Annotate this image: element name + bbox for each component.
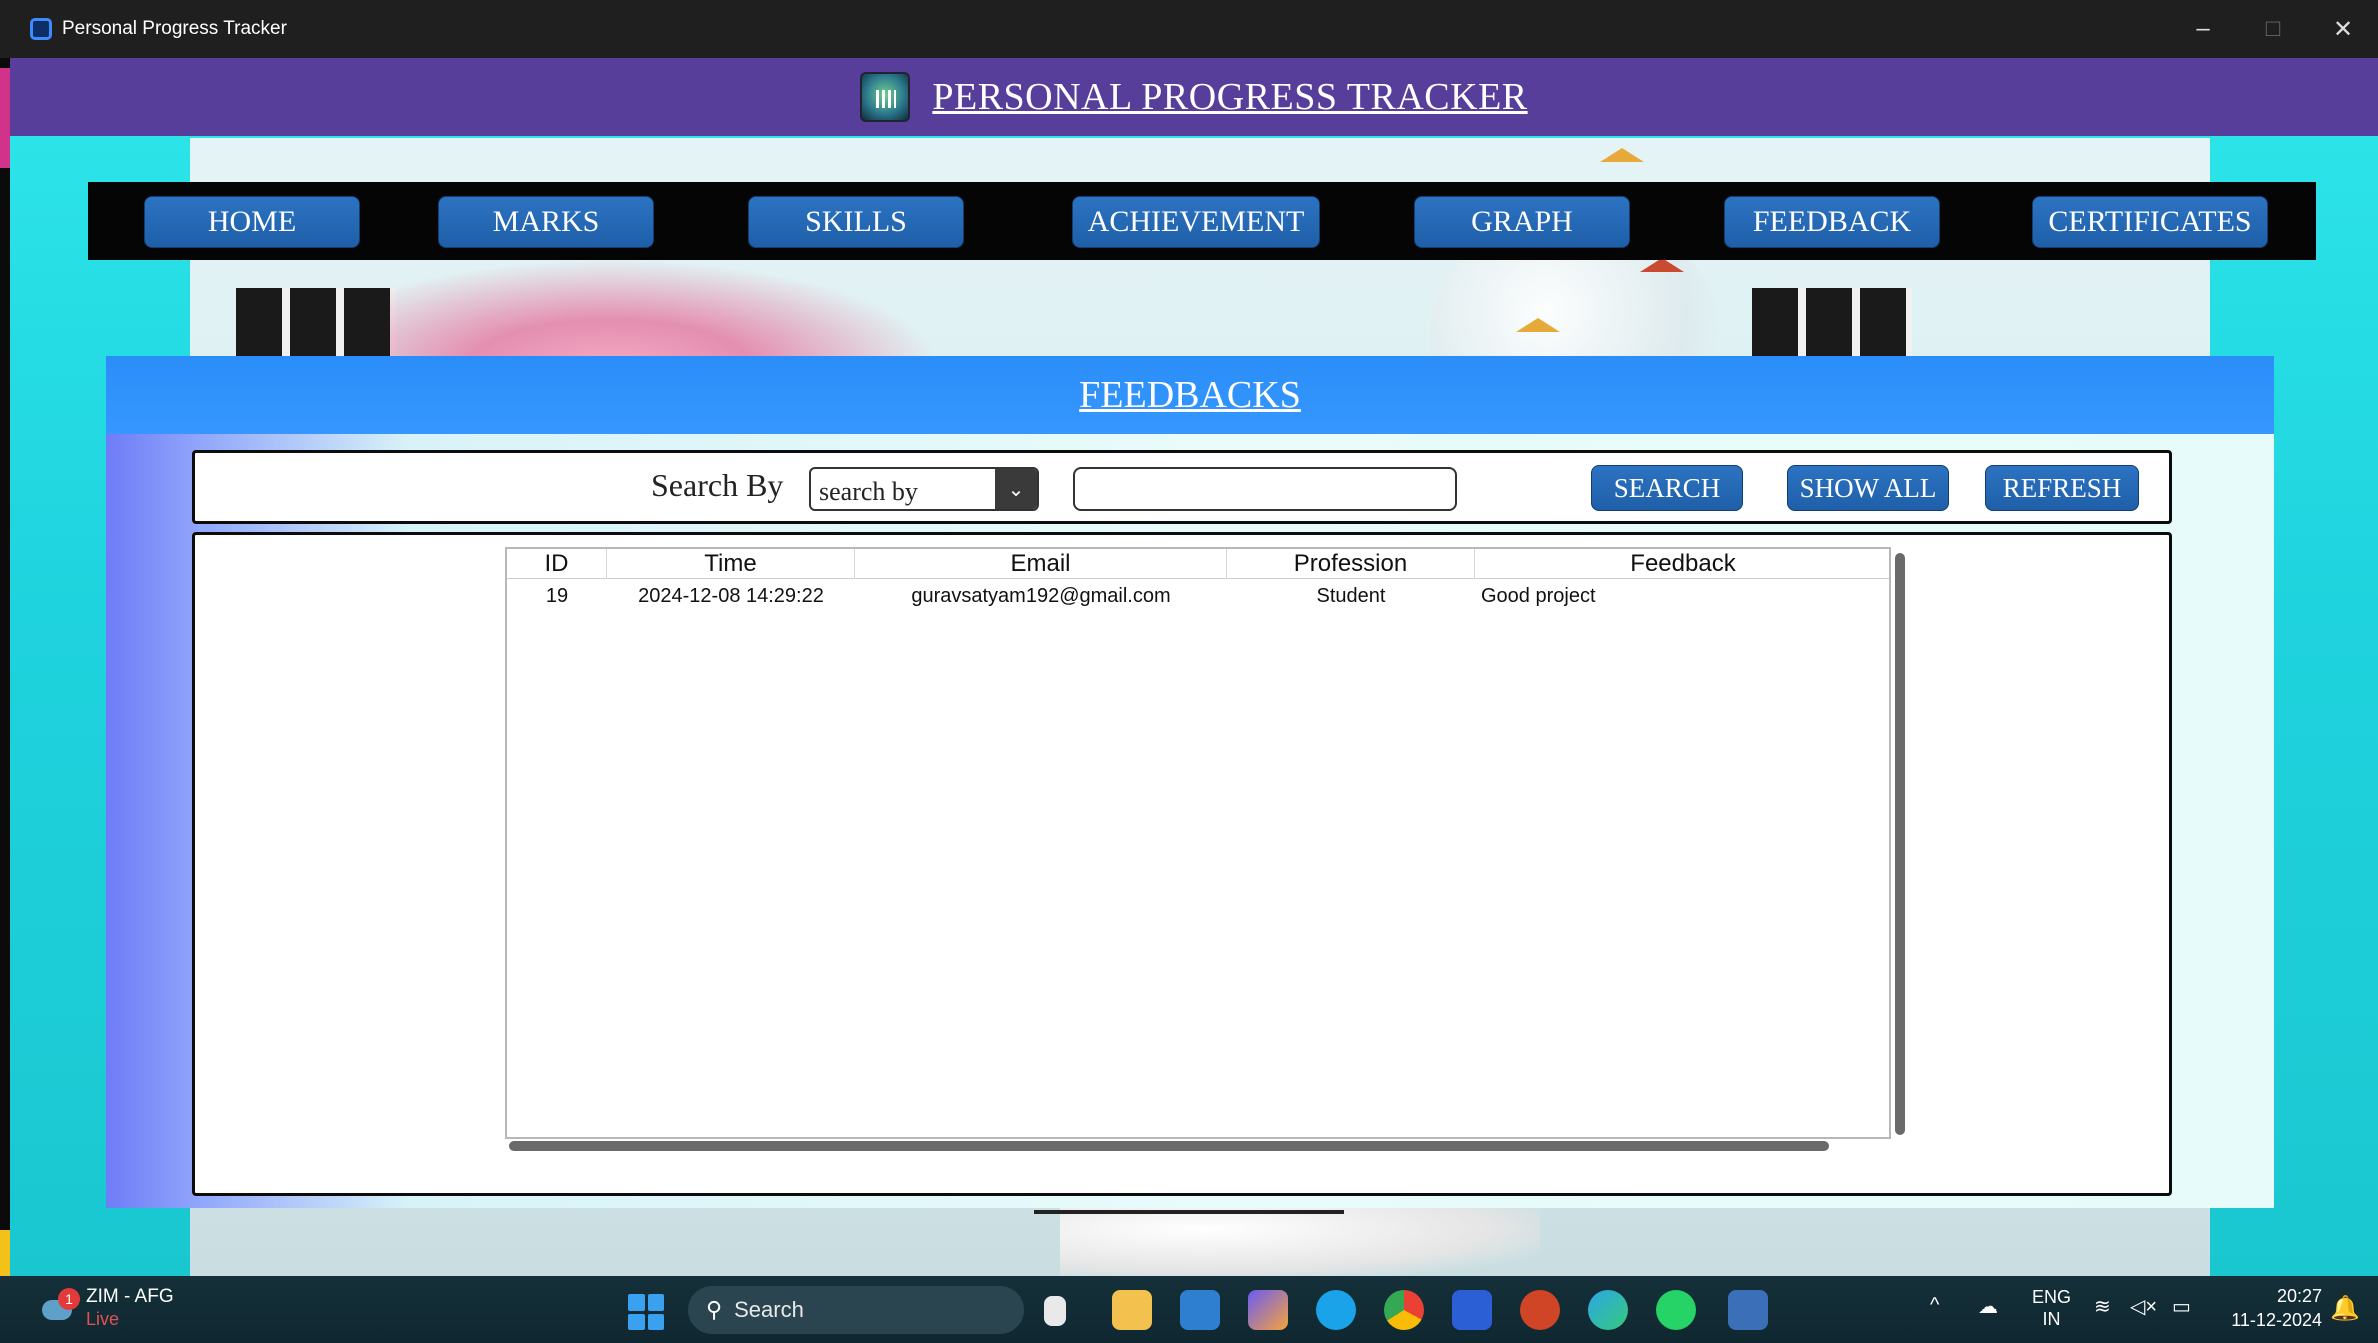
background-feet [1060, 1208, 1540, 1276]
search-button[interactable]: SEARCH [1591, 465, 1743, 511]
nav-certificates-button[interactable]: CERTIFICATES [2032, 196, 2268, 248]
powerpoint-icon[interactable] [1520, 1290, 1560, 1330]
background-bird [1600, 148, 1644, 162]
cell-profession: Student [1316, 584, 1386, 607]
table-header: ID Time Email Profession Feedback [507, 549, 1889, 579]
app-icon[interactable] [1452, 1290, 1492, 1330]
chrome-icon[interactable] [1384, 1290, 1424, 1330]
app-icon [30, 18, 52, 40]
language-indicator[interactable]: ENG IN [2032, 1286, 2071, 1330]
cell-email: guravsatyam192@gmail.com [911, 584, 1171, 607]
progress-chart-logo-icon [860, 72, 911, 122]
nav-home-button[interactable]: HOME [144, 196, 360, 248]
weather-widget[interactable]: ZIM - AFG Live [86, 1286, 174, 1330]
vertical-scrollbar[interactable] [1895, 553, 1905, 1135]
minimize-icon[interactable]: – [2168, 0, 2238, 58]
taskbar-search-label: Search [734, 1297, 804, 1322]
weather-label: ZIM - AFG [86, 1286, 174, 1307]
feedback-table[interactable]: ID Time Email Profession Feedback 19 202… [505, 547, 1891, 1139]
window-controls: – □ ✕ [2168, 0, 2378, 58]
battery-icon[interactable]: ▭ [2172, 1294, 2191, 1319]
column-header-profession[interactable]: Profession [1227, 549, 1475, 579]
nav-graph-button[interactable]: GRAPH [1414, 196, 1630, 248]
help-icon[interactable] [1316, 1290, 1356, 1330]
cell-time: 2024-12-08 14:29:22 [638, 584, 824, 607]
clock[interactable]: 20:27 11-12-2024 [2218, 1284, 2322, 1332]
copilot-icon[interactable] [1248, 1290, 1288, 1330]
nav-achievement-button[interactable]: ACHIEVEMENT [1072, 196, 1320, 248]
maximize-icon[interactable]: □ [2238, 0, 2308, 58]
feedbacks-panel: FEEDBACKS Search By search by ⌄ SEARCH S… [106, 356, 2274, 1208]
app-title: PERSONAL PROGRESS TRACKER [932, 76, 1528, 118]
cell-id: 19 [545, 584, 569, 607]
chevron-down-icon[interactable]: ⌄ [995, 469, 1037, 509]
clock-date: 11-12-2024 [2231, 1310, 2322, 1330]
search-by-label: Search By [651, 467, 784, 503]
language-line2: IN [2042, 1309, 2061, 1329]
table-row[interactable]: 19 2024-12-08 14:29:22 guravsatyam192@gm… [507, 581, 1889, 611]
notification-bell-icon[interactable]: 🔔 [2330, 1294, 2360, 1323]
search-input[interactable] [1073, 467, 1457, 511]
close-icon[interactable]: ✕ [2308, 0, 2378, 58]
edge-icon[interactable] [1588, 1290, 1628, 1330]
chevron-up-icon[interactable]: ^ [1930, 1294, 1939, 1317]
column-header-id[interactable]: ID [507, 549, 607, 579]
vscode-icon[interactable] [1180, 1290, 1220, 1330]
background-window [236, 288, 396, 358]
app-header: PERSONAL PROGRESS TRACKER [10, 58, 2378, 136]
divider [1034, 1210, 1344, 1214]
column-header-time[interactable]: Time [607, 549, 855, 579]
edge-accent [0, 1230, 10, 1276]
cloud-icon[interactable]: ☁ [1978, 1294, 1998, 1319]
whatsapp-icon[interactable] [1656, 1290, 1696, 1330]
nav-skills-button[interactable]: SKILLS [748, 196, 964, 248]
main-nav: HOME MARKS SKILLS ACHIEVEMENT GRAPH FEED… [88, 182, 2316, 260]
panel-title: FEEDBACKS [1079, 374, 1301, 416]
app-window: PERSONAL PROGRESS TRACKER HOME MARKS SKI… [10, 58, 2378, 1276]
taskbar: 1 ZIM - AFG Live ⚲ Search ^ ☁ ENG IN ≋ ◁… [0, 1276, 2378, 1343]
taskbar-search[interactable]: ⚲ Search [688, 1286, 1024, 1334]
start-icon[interactable] [628, 1294, 664, 1330]
weather-widget-icon[interactable]: 1 [40, 1286, 80, 1326]
window-titlebar: Personal Progress Tracker – □ ✕ [0, 0, 2378, 58]
wifi-icon[interactable]: ≋ [2094, 1294, 2111, 1319]
horizontal-scrollbar[interactable] [509, 1141, 1829, 1151]
refresh-button[interactable]: REFRESH [1985, 465, 2139, 511]
table-frame: ID Time Email Profession Feedback 19 202… [192, 532, 2172, 1196]
language-line1: ENG [2032, 1287, 2072, 1307]
search-icon: ⚲ [706, 1297, 723, 1322]
window-title: Personal Progress Tracker [62, 18, 287, 39]
weather-status: Live [86, 1309, 120, 1329]
task-view-icon[interactable] [1044, 1296, 1066, 1326]
show-all-button[interactable]: SHOW ALL [1787, 465, 1949, 511]
nav-feedback-button[interactable]: FEEDBACK [1724, 196, 1940, 248]
search-by-selected-value: search by [819, 477, 918, 506]
nav-marks-button[interactable]: MARKS [438, 196, 654, 248]
python-app-icon[interactable] [1728, 1290, 1768, 1330]
search-by-select[interactable]: search by ⌄ [809, 467, 1039, 511]
search-bar: Search By search by ⌄ SEARCH SHOW ALL RE… [192, 450, 2172, 524]
file-explorer-icon[interactable] [1112, 1290, 1152, 1330]
clock-time: 20:27 [2276, 1286, 2322, 1306]
edge-accent [0, 68, 10, 168]
panel-header: FEEDBACKS [106, 356, 2274, 434]
cell-feedback: Good project [1481, 584, 1596, 607]
column-header-email[interactable]: Email [855, 549, 1227, 579]
speaker-muted-icon[interactable]: ◁× [2130, 1294, 2157, 1319]
background-window [1752, 288, 1912, 358]
notification-badge: 1 [58, 1288, 80, 1310]
background-bird [1516, 318, 1560, 332]
column-header-feedback[interactable]: Feedback [1475, 549, 1889, 579]
background-bird [1640, 258, 1684, 272]
